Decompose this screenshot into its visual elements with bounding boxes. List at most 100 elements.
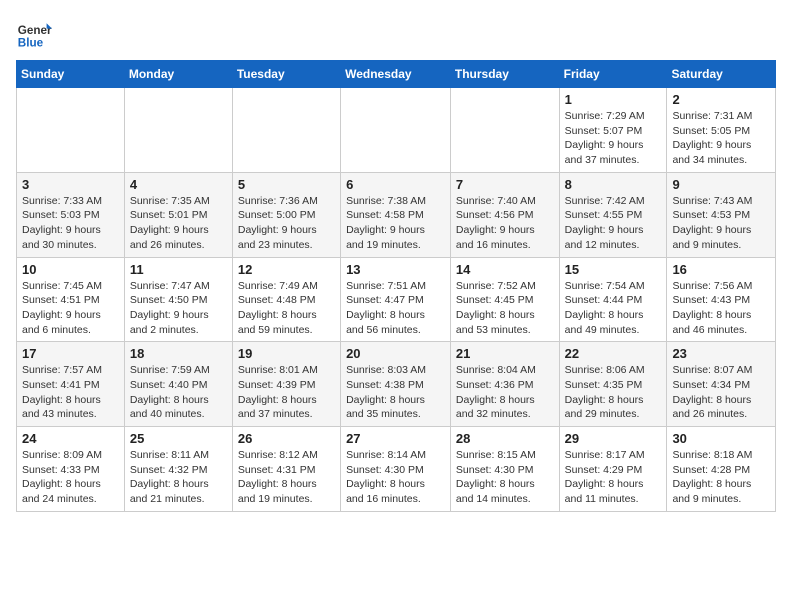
day-number: 5 [238, 177, 335, 192]
day-number: 25 [130, 431, 227, 446]
day-cell: 1 Sunrise: 7:29 AM Sunset: 5:07 PM Daylig… [559, 88, 667, 173]
day-cell: 16Sunrise: 7:56 AM Sunset: 4:43 PM Dayli… [667, 257, 776, 342]
day-info: Sunrise: 7:36 AM Sunset: 5:00 PM Dayligh… [238, 194, 335, 253]
column-header-saturday: Saturday [667, 61, 776, 88]
column-header-thursday: Thursday [450, 61, 559, 88]
day-cell: 25Sunrise: 8:11 AM Sunset: 4:32 PM Dayli… [124, 427, 232, 512]
day-cell: 15Sunrise: 7:54 AM Sunset: 4:44 PM Dayli… [559, 257, 667, 342]
day-info: Sunrise: 7:45 AM Sunset: 4:51 PM Dayligh… [22, 279, 119, 338]
day-number: 12 [238, 262, 335, 277]
day-info: Sunrise: 7:33 AM Sunset: 5:03 PM Dayligh… [22, 194, 119, 253]
day-info: Sunrise: 8:01 AM Sunset: 4:39 PM Dayligh… [238, 363, 335, 422]
day-info: Sunrise: 8:12 AM Sunset: 4:31 PM Dayligh… [238, 448, 335, 507]
week-row-1: 1 Sunrise: 7:29 AM Sunset: 5:07 PM Daylig… [17, 88, 776, 173]
day-info: Sunrise: 7:29 AM Sunset: 5:07 PM Dayligh… [565, 109, 662, 168]
svg-text:Blue: Blue [18, 37, 44, 50]
day-cell: 28Sunrise: 8:15 AM Sunset: 4:30 PM Dayli… [450, 427, 559, 512]
day-info: Sunrise: 7:35 AM Sunset: 5:01 PM Dayligh… [130, 194, 227, 253]
day-number: 20 [346, 346, 445, 361]
day-info: Sunrise: 8:07 AM Sunset: 4:34 PM Dayligh… [672, 363, 770, 422]
day-info: Sunrise: 7:57 AM Sunset: 4:41 PM Dayligh… [22, 363, 119, 422]
day-number: 29 [565, 431, 662, 446]
calendar-header: SundayMondayTuesdayWednesdayThursdayFrid… [17, 61, 776, 88]
day-info: Sunrise: 7:59 AM Sunset: 4:40 PM Dayligh… [130, 363, 227, 422]
day-number: 18 [130, 346, 227, 361]
day-number: 10 [22, 262, 119, 277]
day-cell: 27 Sunrise: 8:14 AM Sunset: 4:30 PM Dayli… [341, 427, 451, 512]
day-cell: 6 Sunrise: 7:38 AM Sunset: 4:58 PM Daylig… [341, 172, 451, 257]
day-number: 6 [346, 177, 445, 192]
day-cell: 23 Sunrise: 8:07 AM Sunset: 4:34 PM Dayli… [667, 342, 776, 427]
week-row-4: 17 Sunrise: 7:57 AM Sunset: 4:41 PM Dayli… [17, 342, 776, 427]
day-number: 11 [130, 262, 227, 277]
day-number: 15 [565, 262, 662, 277]
day-info: Sunrise: 7:38 AM Sunset: 4:58 PM Dayligh… [346, 194, 445, 253]
day-cell: 18 Sunrise: 7:59 AM Sunset: 4:40 PM Dayli… [124, 342, 232, 427]
day-number: 19 [238, 346, 335, 361]
day-number: 23 [672, 346, 770, 361]
day-cell: 20 Sunrise: 8:03 AM Sunset: 4:38 PM Dayli… [341, 342, 451, 427]
day-info: Sunrise: 7:40 AM Sunset: 4:56 PM Dayligh… [456, 194, 554, 253]
day-cell: 11 Sunrise: 7:47 AM Sunset: 4:50 PM Dayli… [124, 257, 232, 342]
day-cell: 24 Sunrise: 8:09 AM Sunset: 4:33 PM Dayli… [17, 427, 125, 512]
day-cell: 9 Sunrise: 7:43 AM Sunset: 4:53 PM Daylig… [667, 172, 776, 257]
day-number: 30 [672, 431, 770, 446]
day-cell: 14Sunrise: 7:52 AM Sunset: 4:45 PM Dayli… [450, 257, 559, 342]
column-header-tuesday: Tuesday [232, 61, 340, 88]
day-cell: 21Sunrise: 8:04 AM Sunset: 4:36 PM Dayli… [450, 342, 559, 427]
day-number: 1 [565, 92, 662, 107]
day-cell: 30 Sunrise: 8:18 AM Sunset: 4:28 PM Dayli… [667, 427, 776, 512]
day-info: Sunrise: 8:14 AM Sunset: 4:30 PM Dayligh… [346, 448, 445, 507]
day-number: 17 [22, 346, 119, 361]
day-info: Sunrise: 7:51 AM Sunset: 4:47 PM Dayligh… [346, 279, 445, 338]
day-cell: 26Sunrise: 8:12 AM Sunset: 4:31 PM Dayli… [232, 427, 340, 512]
day-info: Sunrise: 8:04 AM Sunset: 4:36 PM Dayligh… [456, 363, 554, 422]
day-cell: 17 Sunrise: 7:57 AM Sunset: 4:41 PM Dayli… [17, 342, 125, 427]
day-cell: 13 Sunrise: 7:51 AM Sunset: 4:47 PM Dayli… [341, 257, 451, 342]
day-number: 13 [346, 262, 445, 277]
week-row-5: 24 Sunrise: 8:09 AM Sunset: 4:33 PM Dayli… [17, 427, 776, 512]
header: General Blue [16, 16, 776, 52]
day-cell [341, 88, 451, 173]
day-info: Sunrise: 8:09 AM Sunset: 4:33 PM Dayligh… [22, 448, 119, 507]
day-number: 16 [672, 262, 770, 277]
column-header-wednesday: Wednesday [341, 61, 451, 88]
day-cell [124, 88, 232, 173]
day-cell [17, 88, 125, 173]
day-info: Sunrise: 8:15 AM Sunset: 4:30 PM Dayligh… [456, 448, 554, 507]
day-info: Sunrise: 7:49 AM Sunset: 4:48 PM Dayligh… [238, 279, 335, 338]
day-number: 7 [456, 177, 554, 192]
day-number: 22 [565, 346, 662, 361]
day-info: Sunrise: 8:06 AM Sunset: 4:35 PM Dayligh… [565, 363, 662, 422]
column-header-friday: Friday [559, 61, 667, 88]
day-cell [232, 88, 340, 173]
day-number: 14 [456, 262, 554, 277]
day-number: 24 [22, 431, 119, 446]
day-info: Sunrise: 8:18 AM Sunset: 4:28 PM Dayligh… [672, 448, 770, 507]
day-cell: 12 Sunrise: 7:49 AM Sunset: 4:48 PM Dayli… [232, 257, 340, 342]
day-cell: 7 Sunrise: 7:40 AM Sunset: 4:56 PM Daylig… [450, 172, 559, 257]
week-row-2: 3 Sunrise: 7:33 AM Sunset: 5:03 PM Daylig… [17, 172, 776, 257]
day-number: 3 [22, 177, 119, 192]
day-number: 4 [130, 177, 227, 192]
day-number: 2 [672, 92, 770, 107]
day-cell: 3 Sunrise: 7:33 AM Sunset: 5:03 PM Daylig… [17, 172, 125, 257]
day-number: 9 [672, 177, 770, 192]
day-info: Sunrise: 7:43 AM Sunset: 4:53 PM Dayligh… [672, 194, 770, 253]
day-info: Sunrise: 7:42 AM Sunset: 4:55 PM Dayligh… [565, 194, 662, 253]
column-header-monday: Monday [124, 61, 232, 88]
day-info: Sunrise: 7:31 AM Sunset: 5:05 PM Dayligh… [672, 109, 770, 168]
day-cell: 29 Sunrise: 8:17 AM Sunset: 4:29 PM Dayli… [559, 427, 667, 512]
logo: General Blue [16, 16, 56, 52]
day-info: Sunrise: 8:03 AM Sunset: 4:38 PM Dayligh… [346, 363, 445, 422]
day-cell: 10 Sunrise: 7:45 AM Sunset: 4:51 PM Dayli… [17, 257, 125, 342]
calendar-table: SundayMondayTuesdayWednesdayThursdayFrid… [16, 60, 776, 512]
column-header-sunday: Sunday [17, 61, 125, 88]
header-row: SundayMondayTuesdayWednesdayThursdayFrid… [17, 61, 776, 88]
week-row-3: 10 Sunrise: 7:45 AM Sunset: 4:51 PM Dayli… [17, 257, 776, 342]
day-info: Sunrise: 8:17 AM Sunset: 4:29 PM Dayligh… [565, 448, 662, 507]
day-cell: 2 Sunrise: 7:31 AM Sunset: 5:05 PM Daylig… [667, 88, 776, 173]
day-number: 27 [346, 431, 445, 446]
day-cell: 4 Sunrise: 7:35 AM Sunset: 5:01 PM Daylig… [124, 172, 232, 257]
day-info: Sunrise: 7:47 AM Sunset: 4:50 PM Dayligh… [130, 279, 227, 338]
